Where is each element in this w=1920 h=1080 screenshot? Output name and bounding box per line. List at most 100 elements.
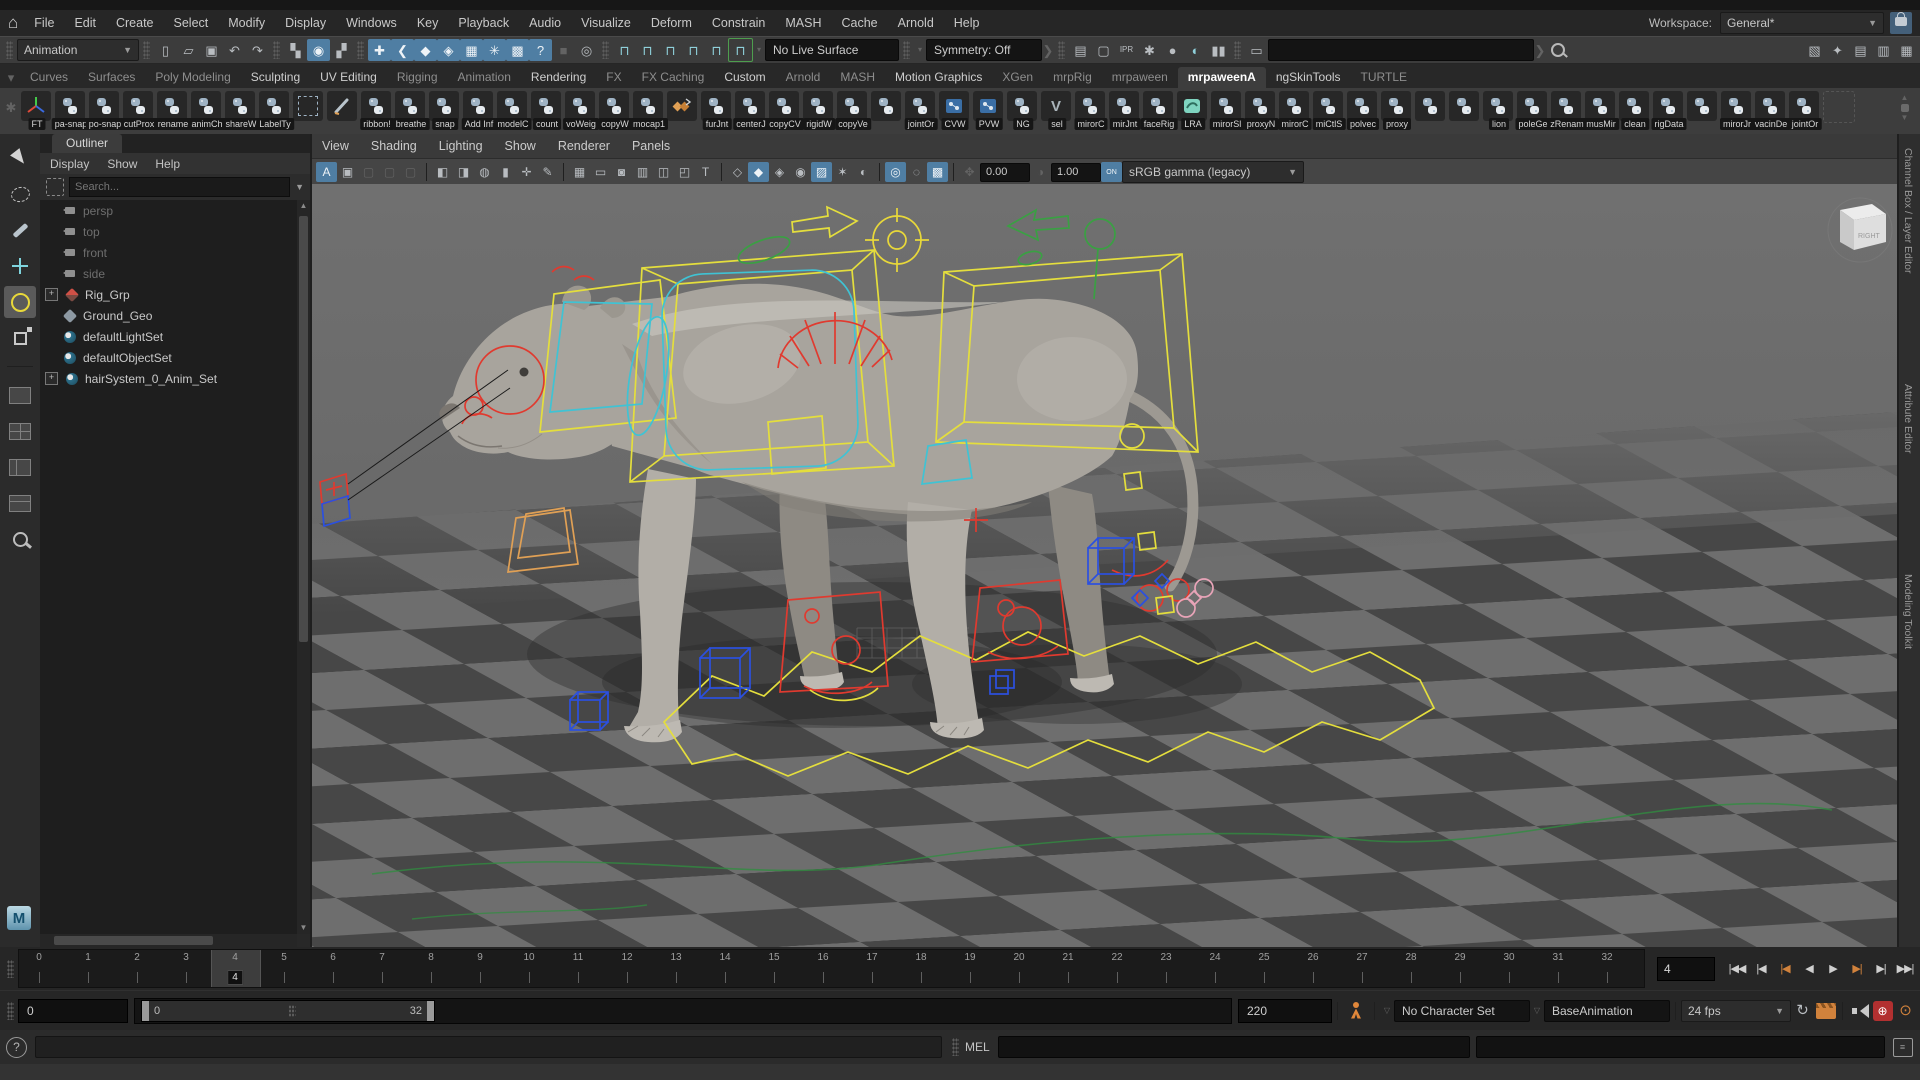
outliner-item-defaultobjectset[interactable]: defaultObjectSet — [40, 347, 297, 368]
panel-menu-view[interactable]: View — [322, 139, 349, 153]
go-to-start-button[interactable]: |◀◀ — [1725, 958, 1749, 980]
drag-handle[interactable] — [7, 1002, 14, 1020]
shelf-item-po-snap[interactable]: po-snap — [88, 90, 122, 130]
panel-menu-renderer[interactable]: Renderer — [558, 139, 610, 153]
shelf-item-musmir[interactable]: musMir — [1584, 90, 1618, 130]
rotate-tool[interactable] — [4, 286, 36, 318]
shelf-item-count[interactable]: count — [530, 90, 564, 130]
shelf-tab-sculpting[interactable]: Sculpting — [241, 67, 310, 88]
step-back-frame-button[interactable]: |◀ — [1749, 958, 1773, 980]
resolution-gate-icon[interactable]: ◙ — [611, 162, 632, 182]
paused-playback-icon[interactable]: ▮▮ — [1207, 39, 1230, 61]
shelf-item-icon-53[interactable] — [1822, 90, 1856, 130]
mask-misc-icon[interactable]: ? — [529, 39, 552, 61]
auto-key-toggle[interactable]: ⊕ — [1871, 1000, 1894, 1022]
light-editor-icon[interactable]: ◐ — [1184, 39, 1207, 61]
xray-icon[interactable]: ▢ — [358, 162, 379, 182]
exposure-icon[interactable]: ✥ — [959, 162, 980, 182]
camera-attributes-icon[interactable]: ◍ — [474, 162, 495, 182]
shelf-item-mirorc[interactable]: mirorC — [1278, 90, 1312, 130]
shelf-item-centerj[interactable]: centerJ — [734, 90, 768, 130]
outliner-vertical-scrollbar[interactable]: ▲ ▼ — [297, 200, 310, 934]
color-management-toggle-icon[interactable]: ON — [1101, 162, 1122, 182]
range-start-handle[interactable] — [142, 1001, 149, 1021]
menu-create[interactable]: Create — [106, 16, 164, 30]
panel-menu-show[interactable]: Show — [505, 139, 536, 153]
timeline-ruler[interactable]: 0123456789101112131415161718192021222324… — [18, 949, 1645, 988]
symmetry-chevron-icon[interactable]: ▾ — [914, 39, 926, 61]
shelf-tab-curves[interactable]: Curves — [20, 67, 78, 88]
shelf-item-sharew[interactable]: shareW — [224, 90, 258, 130]
scrollbar-thumb[interactable] — [54, 936, 213, 945]
hypershade-icon[interactable]: ● — [1161, 39, 1184, 61]
outliner-menu-show[interactable]: Show — [107, 157, 137, 171]
outliner-item-front[interactable]: front — [40, 242, 297, 263]
shelf-item-animch[interactable]: animCh — [190, 90, 224, 130]
shelf-item-copyw[interactable]: copyW — [598, 90, 632, 130]
shelf-item-ft[interactable]: FT — [20, 90, 54, 130]
menu-edit[interactable]: Edit — [64, 16, 106, 30]
pivot-icon[interactable]: ✛ — [516, 162, 537, 182]
shelf-item-icon-41[interactable] — [1414, 90, 1448, 130]
mask-dynamics-icon[interactable]: ✳ — [483, 39, 506, 61]
outliner-menu-help[interactable]: Help — [155, 157, 180, 171]
mask-surfaces-icon[interactable]: ◆ — [414, 39, 437, 61]
shelf-tab-poly-modeling[interactable]: Poly Modeling — [145, 67, 240, 88]
viewport-3d-scene[interactable]: RIGHT — [312, 184, 1897, 947]
animation-start-field[interactable]: 0 — [18, 999, 128, 1023]
animation-layer-field[interactable]: BaseAnimation — [1544, 1000, 1670, 1022]
shelf-item-pvw[interactable]: PVW — [972, 90, 1006, 130]
outliner-item-persp[interactable]: persp — [40, 200, 297, 221]
drag-handle[interactable] — [6, 41, 13, 59]
go-to-end-button[interactable]: ▶▶| — [1893, 958, 1917, 980]
outliner-tab[interactable]: Outliner — [52, 134, 122, 153]
shelf-item-icon-42[interactable] — [1448, 90, 1482, 130]
camera-select-icon[interactable]: ◧ — [432, 162, 453, 182]
outliner-menu-display[interactable]: Display — [50, 157, 89, 171]
input-chevron-icon[interactable]: ❯ — [1534, 39, 1546, 61]
snap-grid-icon[interactable]: ⊓ — [613, 39, 636, 61]
mute-audio-icon[interactable] — [1848, 1000, 1871, 1022]
shelf-item-proxyn[interactable]: proxyN — [1244, 90, 1278, 130]
shelf-tab-rigging[interactable]: Rigging — [387, 67, 448, 88]
texture-view-icon[interactable]: T — [695, 162, 716, 182]
shelf-item-cutprox[interactable]: cutProx — [122, 90, 156, 130]
scrollbar-thumb[interactable] — [299, 216, 308, 642]
command-input-field[interactable] — [998, 1036, 1470, 1058]
shelf-item-polege[interactable]: poleGe — [1516, 90, 1550, 130]
shelf-item-mirorc[interactable]: mirorC — [1074, 90, 1108, 130]
panel-menu-shading[interactable]: Shading — [371, 139, 417, 153]
help-icon[interactable]: ? — [6, 1037, 27, 1058]
save-scene-icon[interactable]: ▣ — [200, 39, 223, 61]
layout-persp-outliner-button[interactable] — [4, 451, 36, 483]
input-field-selector-icon[interactable]: ▭ — [1245, 39, 1268, 61]
layout-single-pane-button[interactable] — [4, 379, 36, 411]
layout-persp-graph-button[interactable] — [4, 487, 36, 519]
shelf-tab-fx-caching[interactable]: FX Caching — [632, 67, 715, 88]
isolate-select-icon[interactable]: ▢ — [400, 162, 421, 182]
shelf-item-icon-19[interactable] — [666, 90, 700, 130]
expand-chevron-icon[interactable]: ❯ — [1042, 39, 1054, 61]
motion-blur-icon[interactable]: ◌ — [906, 162, 927, 182]
shelf-scroll-down-icon[interactable]: ▼ — [1893, 112, 1916, 124]
character-set-icon[interactable] — [1343, 1000, 1369, 1022]
panel-menu-lighting[interactable]: Lighting — [439, 139, 483, 153]
animation-snapshot-icon[interactable] — [1814, 1000, 1837, 1022]
shelf-item-lra[interactable]: LRA — [1176, 90, 1210, 130]
outliner-item-defaultlightset[interactable]: defaultLightSet — [40, 326, 297, 347]
screen-magnifier-button[interactable] — [4, 523, 36, 555]
shelf-tab-motion-graphics[interactable]: Motion Graphics — [885, 67, 992, 88]
menu-audio[interactable]: Audio — [519, 16, 571, 30]
undo-icon[interactable]: ↶ — [223, 39, 246, 61]
highlight-selection-icon[interactable]: ◎ — [575, 39, 598, 61]
shelf-item-voweig[interactable]: voWeig — [564, 90, 598, 130]
region-icon[interactable]: ◫ — [653, 162, 674, 182]
menu-key[interactable]: Key — [407, 16, 449, 30]
shelf-tab-mrpaweena[interactable]: mrpaweenA — [1178, 67, 1266, 88]
shelf-item-proxy[interactable]: proxy — [1380, 90, 1414, 130]
shelf-item-add-inf[interactable]: Add Inf — [462, 90, 496, 130]
animation-preferences-icon[interactable]: ⊙ — [1894, 1000, 1917, 1022]
channel-box-toggle-icon[interactable]: ▤ — [1849, 39, 1872, 61]
modeling-toolkit-toggle-icon[interactable]: ▧ — [1803, 39, 1826, 61]
shelf-item-vacinde[interactable]: vacinDe — [1754, 90, 1788, 130]
